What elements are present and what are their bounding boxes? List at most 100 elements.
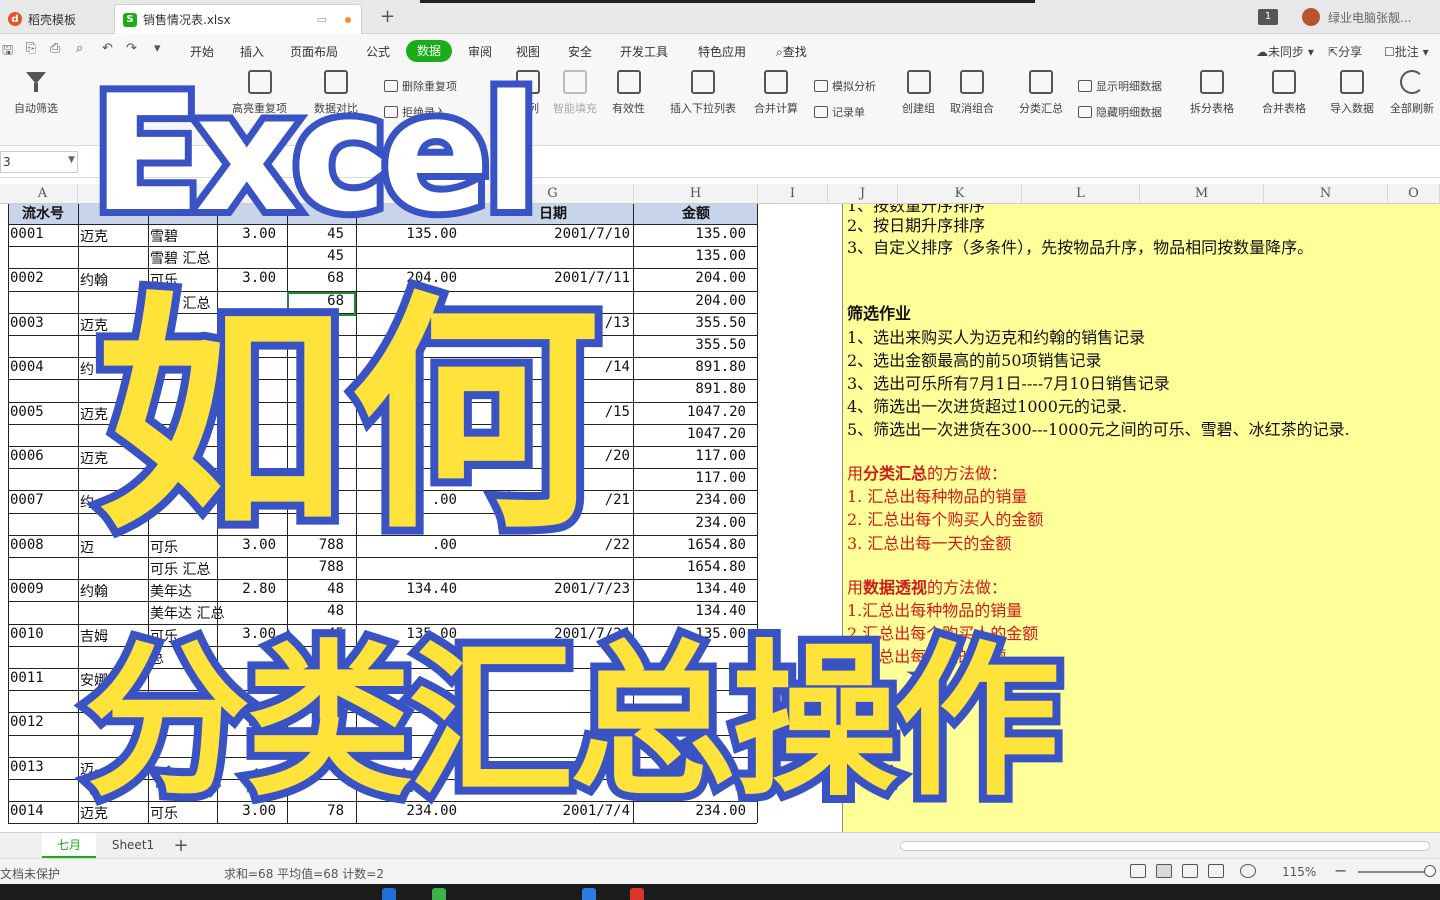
column-header-n[interactable]: N <box>1264 184 1388 204</box>
eye-protect-icon[interactable] <box>1240 864 1256 878</box>
table-cell[interactable]: 0006 <box>10 448 76 464</box>
sync-status[interactable]: ☁未同步 ▾ <box>1256 43 1314 60</box>
table-cell[interactable]: 1654.80 <box>634 559 746 575</box>
table-cell[interactable]: 2001/7/23 <box>472 581 630 597</box>
header-serial[interactable]: 流水号 <box>8 204 78 224</box>
simulate-button[interactable]: 模拟分析 <box>814 78 876 94</box>
menu-home[interactable]: 开始 <box>190 43 214 60</box>
menu-view[interactable]: 视图 <box>516 43 540 60</box>
customize-icon[interactable]: ▾ <box>154 41 161 56</box>
print-icon[interactable]: ⎙ <box>50 41 60 56</box>
auto-filter-button[interactable]: 自动筛选 <box>14 70 58 116</box>
refresh-all-button[interactable]: 全部刷新 <box>1390 70 1434 116</box>
table-cell[interactable]: 1047.20 <box>634 404 746 420</box>
table-cell[interactable]: 134.40 <box>357 581 457 597</box>
chevron-down-icon[interactable]: ▼ <box>68 155 75 165</box>
merge-table-button[interactable]: 合并表格 <box>1262 70 1306 116</box>
zoom-out-button[interactable]: − <box>1334 861 1347 880</box>
table-cell[interactable]: 约翰 <box>80 581 146 601</box>
table-cell[interactable]: 美年达 汇总 <box>150 603 290 623</box>
horizontal-scrollbar[interactable] <box>900 841 1430 851</box>
header-amount[interactable]: 金额 <box>634 204 758 224</box>
table-cell[interactable]: 117.00 <box>634 470 746 486</box>
export-icon[interactable]: ⎘ <box>26 41 36 56</box>
normal-view-icon[interactable] <box>1156 864 1172 878</box>
menu-special[interactable]: 特色应用 <box>698 43 746 60</box>
menu-data[interactable]: 数据 <box>406 40 452 62</box>
menu-search[interactable]: ⌕查找 <box>776 43 807 60</box>
table-cell[interactable]: 355.50 <box>634 315 746 331</box>
taskbar-browser-icon[interactable] <box>382 888 396 900</box>
table-cell[interactable]: 134.40 <box>634 603 746 619</box>
user-name[interactable]: 绿业电脑张靓... <box>1328 9 1411 26</box>
tab-template[interactable]: d 稻壳模板 <box>0 4 110 34</box>
sheet-tab-july[interactable]: 七月 <box>42 833 96 858</box>
save-icon[interactable]: 🖫 <box>2 41 13 63</box>
table-cell[interactable]: 0011 <box>10 670 76 686</box>
preview-icon[interactable]: ⌕ <box>76 41 83 56</box>
table-cell[interactable]: 891.80 <box>634 359 746 375</box>
table-cell[interactable]: 0014 <box>10 803 76 819</box>
table-cell[interactable]: 48 <box>288 581 344 597</box>
column-header-l[interactable]: L <box>1022 184 1140 204</box>
merge-calc-button[interactable]: 合并计算 <box>754 70 798 116</box>
table-cell[interactable]: 2.80 <box>218 581 276 597</box>
taskbar-wps-icon[interactable] <box>582 888 596 900</box>
create-group-button[interactable]: 创建组 <box>902 70 935 116</box>
menu-insert[interactable]: 插入 <box>240 43 264 60</box>
zoom-slider[interactable] <box>1358 871 1430 873</box>
table-cell[interactable]: 0010 <box>10 626 76 642</box>
smart-fill-button[interactable]: 智能填充 <box>553 70 597 116</box>
column-header-k[interactable]: K <box>898 184 1022 204</box>
table-cell[interactable]: 雪碧 汇总 <box>150 248 290 268</box>
hide-detail-button[interactable]: 隐藏明细数据 <box>1078 104 1162 120</box>
share-button[interactable]: ⇱分享 <box>1328 43 1362 60</box>
redo-icon[interactable]: ↷ <box>126 41 137 56</box>
column-header-j[interactable]: J <box>828 184 898 204</box>
subtotal-button[interactable]: 分类汇总 <box>1019 70 1063 116</box>
column-header-h[interactable]: H <box>634 184 758 204</box>
table-cell[interactable]: 891.80 <box>634 381 746 397</box>
column-header-a[interactable]: A <box>8 184 78 204</box>
table-cell[interactable]: 0003 <box>10 315 76 331</box>
table-cell[interactable]: 117.00 <box>634 448 746 464</box>
table-cell[interactable]: 234.00 <box>634 515 746 531</box>
column-header-m[interactable]: M <box>1140 184 1264 204</box>
menu-formula[interactable]: 公式 <box>366 43 390 60</box>
reading-mode-icon[interactable] <box>1208 864 1224 878</box>
zoom-level[interactable]: 115% <box>1282 865 1316 879</box>
table-cell[interactable]: 0013 <box>10 759 76 775</box>
protect-status[interactable]: 文档未保护 <box>0 865 60 882</box>
import-data-button[interactable]: 导入数据 <box>1330 70 1374 116</box>
zoom-slider-handle[interactable] <box>1424 865 1436 877</box>
split-table-button[interactable]: 拆分表格 <box>1190 70 1234 116</box>
show-detail-button[interactable]: 显示明细数据 <box>1078 78 1162 94</box>
table-cell[interactable]: 135.00 <box>634 248 746 264</box>
table-cell[interactable]: 48 <box>288 603 344 619</box>
insert-dropdown-button[interactable]: 插入下拉列表 <box>670 70 736 116</box>
page-break-icon[interactable] <box>1182 864 1198 878</box>
table-cell[interactable]: 45 <box>288 248 344 264</box>
table-cell[interactable]: 134.40 <box>634 581 746 597</box>
table-cell[interactable]: 可乐 汇总 <box>150 559 290 579</box>
menu-developer[interactable]: 开发工具 <box>620 43 668 60</box>
menu-review[interactable]: 审阅 <box>468 43 492 60</box>
column-header-i[interactable]: I <box>758 184 828 204</box>
add-sheet-button[interactable]: + <box>172 833 190 858</box>
table-cell[interactable]: 0012 <box>10 714 76 730</box>
table-cell[interactable]: 0009 <box>10 581 76 597</box>
avatar[interactable] <box>1302 8 1320 26</box>
pin-icon[interactable]: ▭ <box>317 13 327 26</box>
table-cell[interactable]: 0005 <box>10 404 76 420</box>
table-cell[interactable]: 0002 <box>10 270 76 286</box>
ungroup-button[interactable]: 取消组合 <box>950 70 994 116</box>
fullscreen-icon[interactable] <box>1130 864 1146 878</box>
tab-file[interactable]: S 销售情况表.xlsx ▭ <box>114 4 362 34</box>
menu-page-layout[interactable]: 页面布局 <box>290 43 338 60</box>
table-cell[interactable]: 1654.80 <box>634 537 746 553</box>
table-cell[interactable]: 0007 <box>10 492 76 508</box>
record-button[interactable]: 记录单 <box>814 104 865 120</box>
table-cell[interactable]: 204.00 <box>634 293 746 309</box>
sheet-tab-sheet1[interactable]: Sheet1 <box>100 833 166 858</box>
table-cell[interactable]: 0001 <box>10 226 76 242</box>
